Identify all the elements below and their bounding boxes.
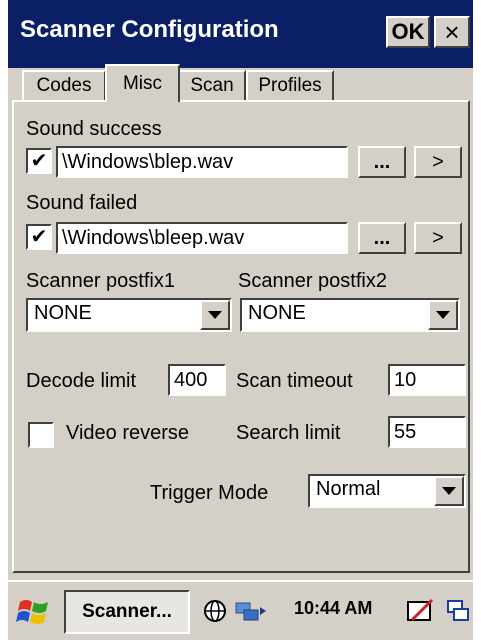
tab-codes[interactable]: Codes — [22, 70, 106, 100]
decode-limit-label: Decode limit — [26, 370, 137, 392]
ok-button[interactable]: OK — [386, 16, 430, 48]
close-button[interactable]: × — [434, 16, 470, 48]
sound-success-checkbox[interactable]: ✔ — [26, 148, 52, 174]
trigger-mode-label: Trigger Mode — [150, 482, 269, 504]
window-title: Scanner Configuration — [20, 16, 279, 43]
sound-success-path-field[interactable]: \Windows\blep.wav — [56, 146, 348, 178]
clock: 10:44 AM — [294, 598, 373, 618]
title-bar: Scanner Configuration OK × — [8, 0, 473, 68]
search-limit-field[interactable]: 55 — [388, 416, 466, 448]
taskbar: Scanner... 10:44 AM — [8, 580, 473, 640]
video-reverse-label: Video reverse — [66, 422, 190, 444]
postfix2-value: NONE — [248, 302, 306, 324]
scanner-task-button[interactable]: Scanner... — [64, 590, 190, 634]
misc-panel: Sound success ✔ \Windows\blep.wav ... > … — [12, 100, 470, 573]
input-panel-icon[interactable] — [406, 598, 436, 624]
chevron-down-icon[interactable] — [428, 300, 458, 330]
sound-success-browse-button[interactable]: ... — [358, 146, 406, 178]
sound-failed-label: Sound failed — [26, 192, 138, 214]
decode-limit-field[interactable]: 400 — [168, 364, 226, 396]
postfix1-dropdown[interactable]: NONE — [26, 298, 232, 332]
postfix1-label: Scanner postfix1 — [26, 270, 175, 292]
postfix2-dropdown[interactable]: NONE — [240, 298, 460, 332]
tab-profiles[interactable]: Profiles — [246, 70, 334, 100]
tab-scan[interactable]: Scan — [178, 70, 246, 100]
tab-misc[interactable]: Misc — [105, 64, 180, 102]
video-reverse-checkbox[interactable] — [28, 422, 54, 448]
search-limit-label: Search limit — [236, 422, 341, 444]
sound-failed-path-field[interactable]: \Windows\bleep.wav — [56, 222, 348, 254]
sound-failed-checkbox[interactable]: ✔ — [26, 224, 52, 250]
sound-failed-play-button[interactable]: > — [414, 222, 462, 254]
chevron-down-icon[interactable] — [434, 476, 464, 506]
postfix1-value: NONE — [34, 302, 92, 324]
trigger-mode-value: Normal — [316, 478, 381, 500]
chevron-down-icon[interactable] — [200, 300, 230, 330]
trigger-mode-dropdown[interactable]: Normal — [308, 474, 466, 508]
scan-timeout-label: Scan timeout — [236, 370, 353, 392]
windows-start-icon[interactable] — [14, 592, 54, 632]
sound-success-label: Sound success — [26, 118, 162, 140]
scanner-config-window: Scanner Configuration OK × Codes Misc Sc… — [8, 0, 473, 640]
postfix2-label: Scanner postfix2 — [238, 270, 387, 292]
windows-switch-icon[interactable] — [446, 598, 470, 624]
scan-timeout-field[interactable]: 10 — [388, 364, 466, 396]
sound-failed-browse-button[interactable]: ... — [358, 222, 406, 254]
sound-success-play-button[interactable]: > — [414, 146, 462, 178]
connectivity-icon[interactable] — [234, 598, 268, 624]
network-globe-icon[interactable] — [202, 598, 228, 624]
